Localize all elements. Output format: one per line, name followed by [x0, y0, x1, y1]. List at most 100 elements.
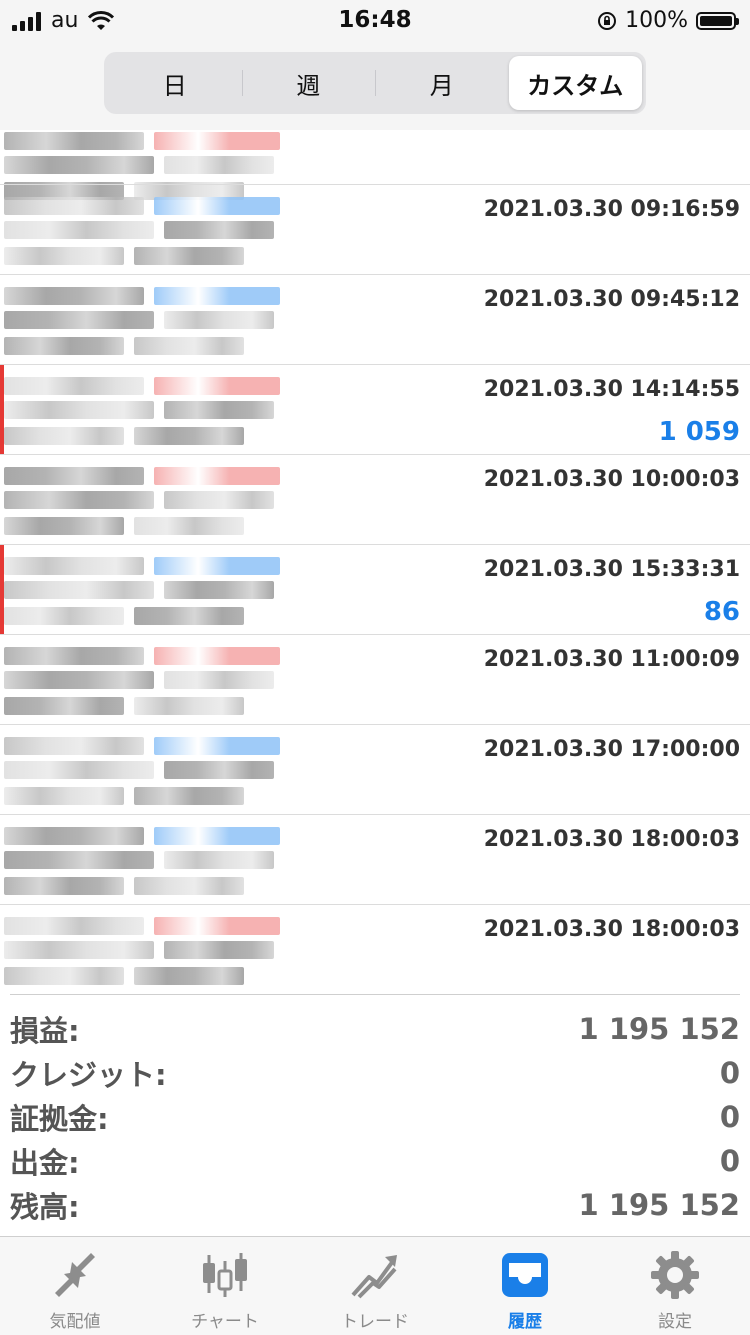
history-row[interactable]: 2021.03.30 15:33:31 86 — [0, 544, 750, 634]
period-header: 日 週 月 カスタム — [0, 44, 750, 130]
trade-timestamp: 2021.03.30 15:33:31 — [483, 557, 740, 582]
redacted-line — [154, 132, 280, 150]
redacted-line — [4, 787, 124, 805]
redacted-line — [4, 697, 124, 715]
history-row[interactable]: 2021.03.30 11:00:09 — [0, 634, 750, 724]
redacted-line — [4, 517, 124, 535]
tab-quotes[interactable]: 気配値 — [0, 1237, 150, 1335]
summary-margin: 証拠金: 0 — [10, 1097, 740, 1137]
history-row[interactable] — [0, 130, 750, 200]
trade-trend-icon — [347, 1247, 403, 1303]
history-row[interactable]: 2021.03.30 14:14:55 1 059 — [0, 364, 750, 454]
battery-percent: 100% — [625, 8, 688, 33]
redacted-line — [154, 377, 280, 395]
redacted-trade-info — [4, 821, 294, 899]
history-list[interactable]: 2021.03.30 09:16:59 2021.03.30 09:45:12 … — [0, 130, 750, 994]
segment-week[interactable]: 週 — [241, 56, 376, 110]
account-summary: 損益: 1 195 152 クレジット: 0 証拠金: 0 出金: 0 残高: … — [10, 994, 740, 1235]
withdrawal-value: 0 — [719, 1144, 740, 1178]
redacted-line — [134, 967, 244, 985]
redacted-trade-info — [4, 191, 294, 269]
segment-day[interactable]: 日 — [108, 56, 242, 110]
history-row[interactable]: 2021.03.30 09:16:59 — [0, 184, 750, 274]
bottom-tab-bar: 気配値 チャート トレード 履歴 設定 — [0, 1236, 750, 1335]
redacted-line — [164, 401, 274, 419]
redacted-line — [4, 671, 154, 689]
tab-chart[interactable]: チャート — [150, 1237, 300, 1335]
redacted-line — [4, 647, 144, 665]
redacted-line — [154, 917, 280, 935]
redacted-line — [134, 337, 244, 355]
battery-icon — [696, 11, 739, 30]
redacted-line — [4, 401, 154, 419]
redacted-line — [4, 917, 144, 935]
balance-value: 1 195 152 — [578, 1188, 740, 1222]
history-row[interactable]: 2021.03.30 17:00:00 — [0, 724, 750, 814]
redacted-line — [4, 247, 124, 265]
redacted-line — [154, 737, 280, 755]
trade-timestamp: 2021.03.30 17:00:00 — [483, 737, 740, 762]
tab-history[interactable]: 履歴 — [450, 1237, 600, 1335]
redacted-line — [134, 877, 244, 895]
redacted-line — [4, 156, 154, 174]
redacted-line — [4, 337, 124, 355]
redacted-line — [164, 491, 274, 509]
status-right: 100% — [597, 8, 739, 33]
redacted-line — [164, 221, 274, 239]
redacted-line — [164, 941, 274, 959]
margin-value: 0 — [719, 1100, 740, 1134]
redacted-line — [134, 517, 244, 535]
redacted-trade-info — [4, 281, 294, 359]
redacted-trade-info — [4, 371, 294, 449]
candlestick-chart-icon — [197, 1247, 253, 1303]
redacted-line — [4, 427, 124, 445]
history-row[interactable]: 2021.03.30 18:00:03 — [0, 904, 750, 994]
redacted-line — [134, 607, 244, 625]
redacted-line — [154, 197, 280, 215]
credit-value: 0 — [719, 1056, 740, 1090]
redacted-line — [4, 557, 144, 575]
redacted-line — [154, 287, 280, 305]
redacted-line — [4, 827, 144, 845]
margin-label: 証拠金: — [10, 1102, 109, 1136]
redacted-line — [4, 132, 144, 150]
trade-timestamp: 2021.03.30 10:00:03 — [483, 467, 740, 492]
balance-label: 残高: — [10, 1190, 80, 1224]
redacted-line — [154, 647, 280, 665]
history-row[interactable]: 2021.03.30 18:00:03 — [0, 814, 750, 904]
segment-month[interactable]: 月 — [375, 56, 509, 110]
redacted-line — [4, 311, 154, 329]
redacted-line — [4, 941, 154, 959]
redacted-line — [164, 581, 274, 599]
summary-withdrawal: 出金: 0 — [10, 1141, 740, 1181]
tab-label: トレード — [341, 1312, 409, 1332]
history-inbox-icon — [497, 1247, 553, 1303]
history-row[interactable]: 2021.03.30 10:00:03 — [0, 454, 750, 544]
profit-value: 1 195 152 — [578, 1012, 740, 1046]
tab-label: チャート — [191, 1312, 259, 1332]
redacted-line — [4, 877, 124, 895]
summary-profit: 損益: 1 195 152 — [10, 1009, 740, 1049]
redacted-trade-info — [4, 731, 294, 809]
redacted-line — [4, 761, 154, 779]
redacted-line — [154, 557, 280, 575]
redacted-line — [134, 787, 244, 805]
redacted-line — [4, 221, 154, 239]
redacted-line — [4, 967, 124, 985]
history-row[interactable]: 2021.03.30 09:45:12 — [0, 274, 750, 364]
tab-settings[interactable]: 設定 — [600, 1237, 750, 1335]
tab-trade[interactable]: トレード — [300, 1237, 450, 1335]
redacted-line — [4, 851, 154, 869]
trade-timestamp: 2021.03.30 18:00:03 — [483, 917, 740, 942]
segment-custom[interactable]: カスタム — [508, 56, 642, 110]
trade-timestamp: 2021.03.30 14:14:55 — [483, 377, 740, 402]
redacted-line — [164, 851, 274, 869]
redacted-line — [164, 671, 274, 689]
trade-timestamp: 2021.03.30 09:45:12 — [483, 287, 740, 312]
redacted-line — [154, 827, 280, 845]
withdrawal-label: 出金: — [10, 1146, 80, 1180]
redacted-line — [4, 491, 154, 509]
credit-label: クレジット: — [10, 1058, 167, 1092]
status-bar: au 16:48 100% — [0, 0, 750, 44]
redacted-line — [4, 197, 144, 215]
